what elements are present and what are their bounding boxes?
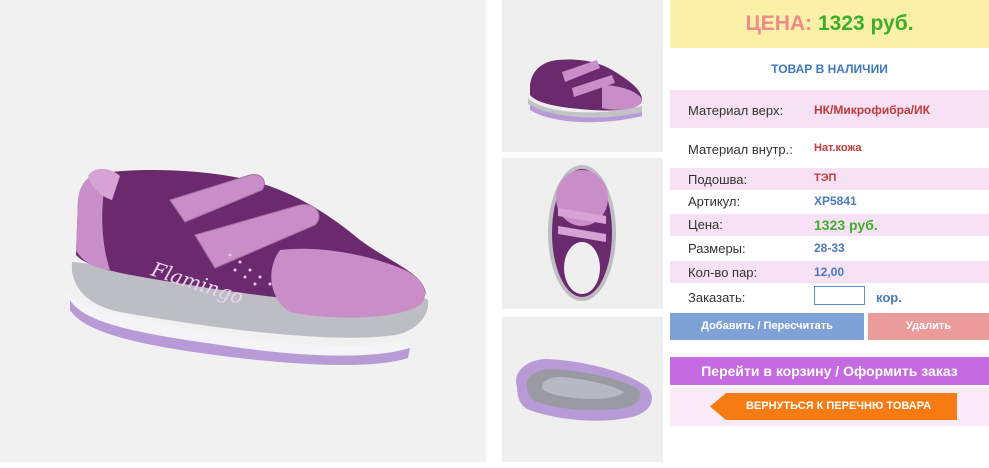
go-to-cart-button[interactable]: Перейти в корзину / Оформить заказ: [670, 357, 989, 385]
stock-status: ТОВАР В НАЛИЧИИ: [771, 62, 888, 76]
spec-row-material-inner: Материал внутр.: Нат.кожа: [670, 130, 989, 168]
spec-value: Нат.кожа: [814, 142, 862, 154]
order-row: Заказать: кор.: [670, 284, 989, 310]
spec-value: XP5841: [814, 194, 857, 208]
spec-row-article: Артикул: XP5841: [670, 191, 989, 213]
spec-label: Размеры:: [688, 241, 746, 256]
price-header-value: 1323 руб.: [817, 12, 914, 35]
delete-button[interactable]: Удалить: [868, 313, 989, 340]
spec-value: 1323 руб.: [814, 217, 878, 233]
back-to-list-button[interactable]: ВЕРНУТЬСЯ К ПЕРЕЧНЮ ТОВАРА: [710, 393, 957, 420]
spec-row-material-top: Материал верх: НК/Микрофибра/ИК: [670, 90, 989, 128]
spec-row-pairs: Кол-во пар: 12,00: [670, 261, 989, 283]
thumbnail-side-view[interactable]: [502, 0, 663, 152]
spec-label: Подошва:: [688, 172, 748, 187]
spec-row-sizes: Размеры: 28-33: [670, 237, 989, 259]
thumbnail-top-view[interactable]: [502, 158, 663, 309]
shoe-sole-thumb-image: [516, 359, 652, 421]
spec-label: Кол-во пар:: [688, 265, 758, 280]
spec-value: 28-33: [814, 241, 845, 255]
main-product-photo[interactable]: Flamingo: [0, 0, 486, 462]
back-button-container: ВЕРНУТЬСЯ К ПЕРЕЧНЮ ТОВАРА: [670, 388, 989, 426]
add-recalculate-button[interactable]: Добавить / Пересчитать: [670, 313, 864, 340]
thumbnail-sole-view[interactable]: [502, 317, 663, 462]
price-header: ЦЕНА: 1323 руб.: [670, 0, 989, 48]
spec-label: Материал верх:: [688, 103, 784, 118]
spec-label: Артикул:: [688, 194, 741, 209]
shoe-top-thumb-image: [548, 165, 616, 301]
spec-value: НК/Микрофибра/ИК: [814, 103, 930, 117]
order-unit: кор.: [876, 290, 902, 305]
price-header-label: ЦЕНА:: [745, 12, 813, 35]
spec-value: ТЭП: [814, 172, 837, 184]
spec-value: 12,00: [814, 265, 845, 279]
spec-row-price: Цена: 1323 руб.: [670, 214, 989, 236]
shoe-side-thumb-image: [528, 59, 642, 123]
spec-label: Цена:: [688, 217, 723, 232]
back-to-list-label: ВЕРНУТЬСЯ К ПЕРЕЧНЮ ТОВАРА: [745, 400, 932, 412]
shoe-side-image: Flamingo: [68, 168, 429, 366]
order-quantity-input[interactable]: [814, 286, 865, 305]
spec-row-sole: Подошва: ТЭП: [670, 168, 989, 190]
order-label: Заказать:: [688, 290, 746, 305]
spec-label: Материал внутр.:: [688, 142, 793, 157]
